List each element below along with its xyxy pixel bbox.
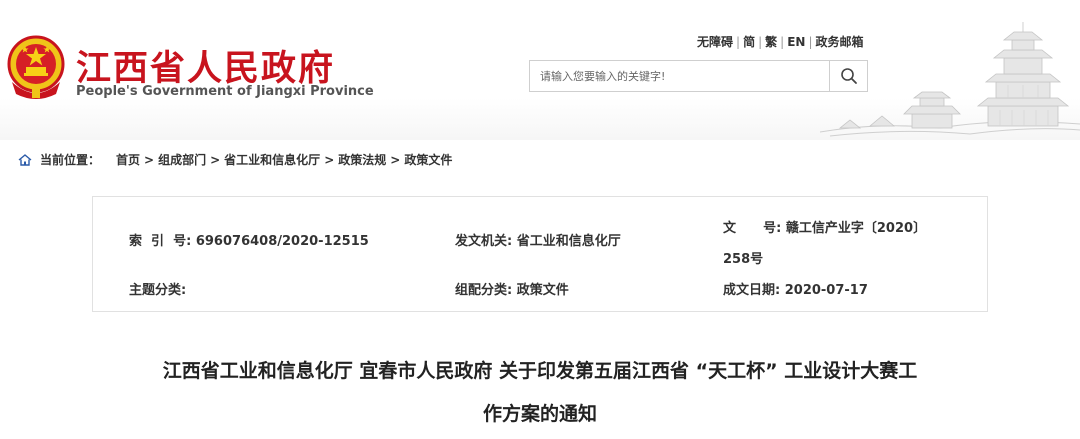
meta-docno-value-line2: 258号 <box>723 252 764 267</box>
meta-date-value: 2020-07-17 <box>784 283 868 298</box>
document-title-line2: 作方案的通知 <box>482 403 597 425</box>
meta-docno: 文 号: 赣工信产业字〔2020〕 258号 <box>723 213 926 275</box>
breadcrumb-separator: > <box>324 152 335 167</box>
breadcrumb-policy-regulations[interactable]: 政策法规 <box>338 151 386 168</box>
search-box <box>529 60 868 92</box>
pavilion-skyline-icon <box>820 22 1080 137</box>
breadcrumb-separator: > <box>210 152 221 167</box>
site-header: 江西省人民政府 People's Government of Jiangxi P… <box>0 0 1080 140</box>
meta-docno-label: 文 号: <box>723 221 782 236</box>
meta-issuer-label: 发文机关: <box>455 234 513 249</box>
meta-index-value: 696076408/2020-12515 <box>195 234 369 249</box>
meta-index: 索 引 号: 696076408/2020-12515 <box>129 230 369 249</box>
meta-issuer: 发文机关: 省工业和信息化厅 <box>455 230 621 249</box>
meta-docno-value-line1: 赣工信产业字〔2020〕 <box>785 221 927 236</box>
breadcrumb-separator: > <box>144 152 155 167</box>
document-title: 江西省工业和信息化厅 宜春市人民政府 关于印发第五届江西省 “天工杯” 工业设计… <box>60 350 1020 436</box>
breadcrumb-separator: > <box>390 152 401 167</box>
divider: | <box>808 35 813 49</box>
national-emblem-icon <box>7 35 65 99</box>
divider: | <box>736 35 741 49</box>
meta-category-label: 组配分类: <box>455 283 513 298</box>
site-subtitle: People's Government of Jiangxi Province <box>76 84 374 99</box>
document-title-line1: 江西省工业和信息化厅 宜春市人民政府 关于印发第五届江西省 “天工杯” 工业设计… <box>162 360 918 382</box>
divider: | <box>758 35 763 49</box>
divider: | <box>780 35 785 49</box>
search-input[interactable] <box>530 61 830 91</box>
meta-category: 组配分类: 政策文件 <box>455 279 569 298</box>
meta-issuer-value: 省工业和信息化厅 <box>516 234 621 249</box>
home-icon <box>18 153 32 166</box>
breadcrumb: 当前位置： 首页 > 组成部门 > 省工业和信息化厅 > 政策法规 > 政策文件 <box>18 151 452 168</box>
breadcrumb-label: 当前位置： <box>40 153 101 167</box>
meta-topic: 主题分类: <box>129 279 186 298</box>
breadcrumb-industry-dept[interactable]: 省工业和信息化厅 <box>224 151 320 168</box>
breadcrumb-home[interactable]: 首页 <box>116 151 140 168</box>
traditional-chinese-link[interactable]: 繁 <box>765 35 777 49</box>
meta-index-label: 索 引 号: <box>129 234 192 249</box>
breadcrumb-policy-documents[interactable]: 政策文件 <box>404 151 452 168</box>
meta-date-label: 成文日期: <box>723 283 781 298</box>
simplified-chinese-link[interactable]: 简 <box>743 35 755 49</box>
english-link[interactable]: EN <box>787 35 805 49</box>
breadcrumb-departments[interactable]: 组成部门 <box>158 151 206 168</box>
meta-category-value: 政策文件 <box>516 283 569 298</box>
meta-topic-label: 主题分类: <box>129 283 187 298</box>
meta-date: 成文日期: 2020-07-17 <box>723 279 868 298</box>
accessibility-link[interactable]: 无障碍 <box>697 35 733 49</box>
